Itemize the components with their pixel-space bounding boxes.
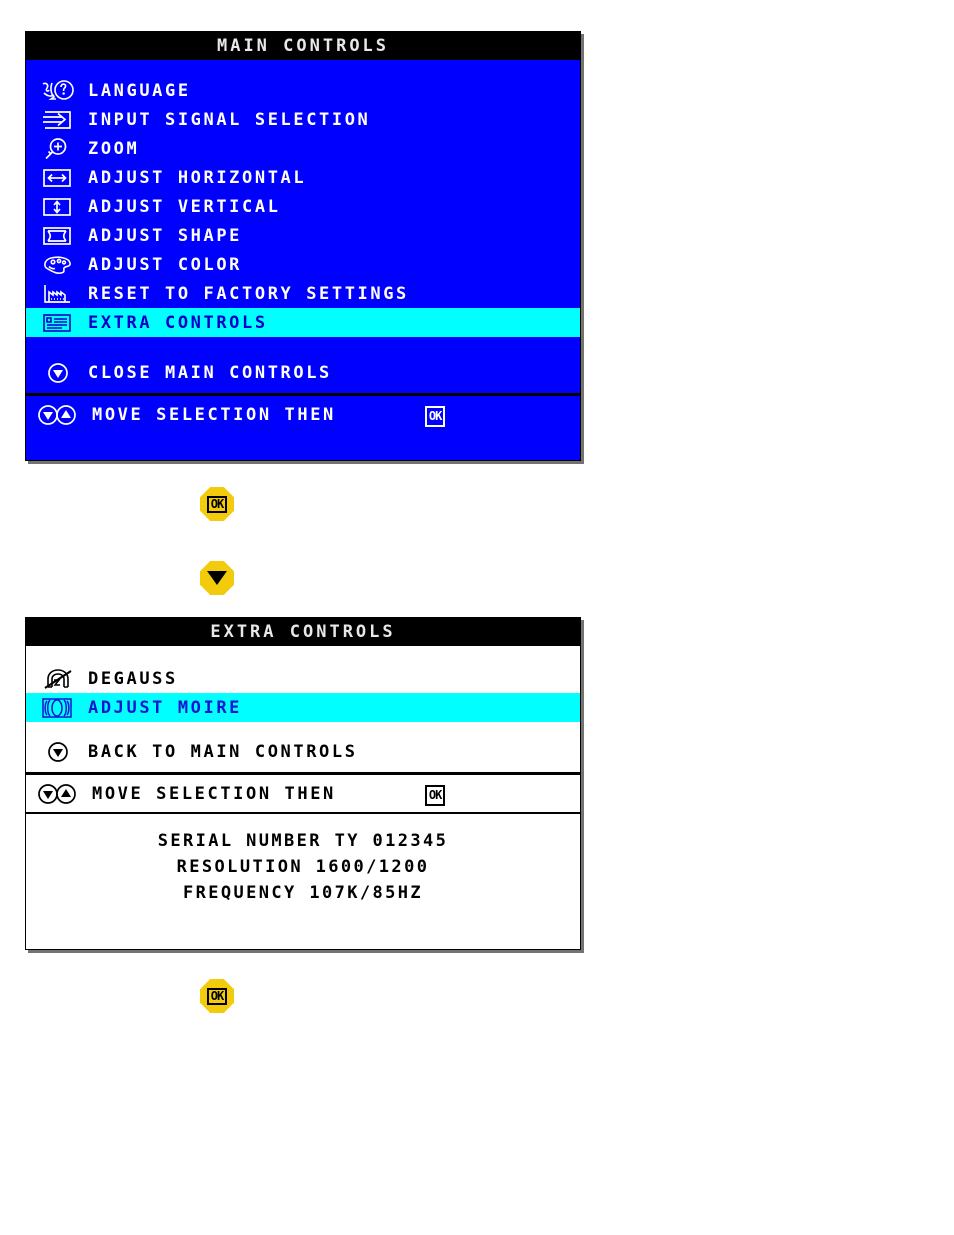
down-arrow-circle-icon [46,360,82,386]
menu-item-adjust-horizontal[interactable]: ADJUST HORIZONTAL [26,163,580,192]
menu-item-zoom[interactable]: ZOOM [26,134,580,163]
degauss-magnet-icon [40,666,82,692]
menu-item-degauss[interactable]: DEGAUSS [26,664,580,693]
ok-button-icon[interactable]: OK [200,487,234,521]
menu-item-label: ADJUST HORIZONTAL [88,167,307,188]
down-button-icon[interactable] [200,561,234,595]
menu-spacer [26,337,580,353]
extra-controls-title: EXTRA CONTROLS [26,618,580,646]
ok-button-1[interactable]: OK [200,487,234,521]
adjust-shape-icon [40,223,82,249]
menu-item-reset-to-factory-settings[interactable]: RESET TO FACTORY SETTINGS [26,279,580,308]
frequency-line: FREQUENCY 107K/85HZ [182,883,424,903]
monitor-info-block: SERIAL NUMBER TY 012345 RESOLUTION 1600/… [26,814,580,906]
main-controls-hint-row: MOVE SELECTION THEN OK [26,396,580,433]
menu-item-adjust-color[interactable]: ADJUST COLOR [26,250,580,279]
main-controls-hint-label: MOVE SELECTION THEN [92,404,336,425]
adjust-moire-icon [40,695,82,721]
language-head-question-icon [40,78,82,104]
menu-item-label: EXTRA CONTROLS [88,312,268,333]
down-arrow-circle-icon [46,739,82,765]
adjust-vertical-icon [40,194,82,220]
menu-item-label: ZOOM [88,138,140,159]
main-controls-menu-list: LANGUAGE INPUT SIGNAL SELECTION ZOOM ADJ… [26,60,580,393]
back-to-main-controls-item[interactable]: BACK TO MAIN CONTROLS [26,732,580,772]
menu-item-label: ADJUST COLOR [88,254,243,275]
adjust-color-palette-icon [40,252,82,278]
menu-item-label: ADJUST VERTICAL [88,196,281,217]
down-triangle-icon [207,571,227,585]
resolution-line: RESOLUTION 1600/1200 [176,857,430,877]
close-main-controls-item[interactable]: CLOSE MAIN CONTROLS [26,353,580,393]
extra-controls-hint-row: MOVE SELECTION THEN OK [26,775,580,812]
extra-controls-list-icon [40,310,82,336]
input-signal-arrow-icon [40,107,82,133]
extra-controls-osd-panel: EXTRA CONTROLS DEGAUSS ADJUST MOIRE BACK… [25,617,581,950]
menu-item-adjust-shape[interactable]: ADJUST SHAPE [26,221,580,250]
ok-button-label: OK [206,987,228,1005]
main-controls-osd-panel: MAIN CONTROLS LANGUAGE INPUT SIGNAL SELE… [25,31,581,461]
down-up-arrow-circles-icon [36,781,86,807]
back-to-main-controls-label: BACK TO MAIN CONTROLS [88,742,358,762]
zoom-magnifier-plus-icon [40,136,82,162]
ok-button-label: OK [206,495,228,513]
menu-item-label: LANGUAGE [88,80,191,101]
reset-factory-icon [40,281,82,307]
close-main-controls-label: CLOSE MAIN CONTROLS [88,363,332,383]
menu-item-adjust-vertical[interactable]: ADJUST VERTICAL [26,192,580,221]
menu-item-extra-controls[interactable]: EXTRA CONTROLS [26,308,580,337]
menu-item-adjust-moire[interactable]: ADJUST MOIRE [26,693,580,722]
down-up-arrow-circles-icon [36,402,86,428]
ok-glyph-icon: OK [424,784,446,806]
ok-button-icon[interactable]: OK [200,979,234,1013]
menu-spacer [26,722,580,732]
menu-item-language[interactable]: LANGUAGE [26,76,580,105]
menu-item-label: RESET TO FACTORY SETTINGS [88,283,409,304]
extra-controls-menu-list: DEGAUSS ADJUST MOIRE BACK TO MAIN CONTRO… [26,646,580,772]
main-controls-title: MAIN CONTROLS [26,32,580,60]
ok-glyph-icon: OK [424,405,446,427]
serial-number-line: SERIAL NUMBER TY 012345 [157,831,449,851]
menu-item-input-signal-selection[interactable]: INPUT SIGNAL SELECTION [26,105,580,134]
menu-item-label: ADJUST SHAPE [88,225,243,246]
menu-item-label: INPUT SIGNAL SELECTION [88,109,371,130]
down-button-1[interactable] [200,561,234,595]
menu-item-label: DEGAUSS [88,668,178,689]
ok-button-2[interactable]: OK [200,979,234,1013]
adjust-horizontal-icon [40,165,82,191]
menu-item-label: ADJUST MOIRE [88,697,243,718]
extra-controls-hint-label: MOVE SELECTION THEN [92,783,336,804]
